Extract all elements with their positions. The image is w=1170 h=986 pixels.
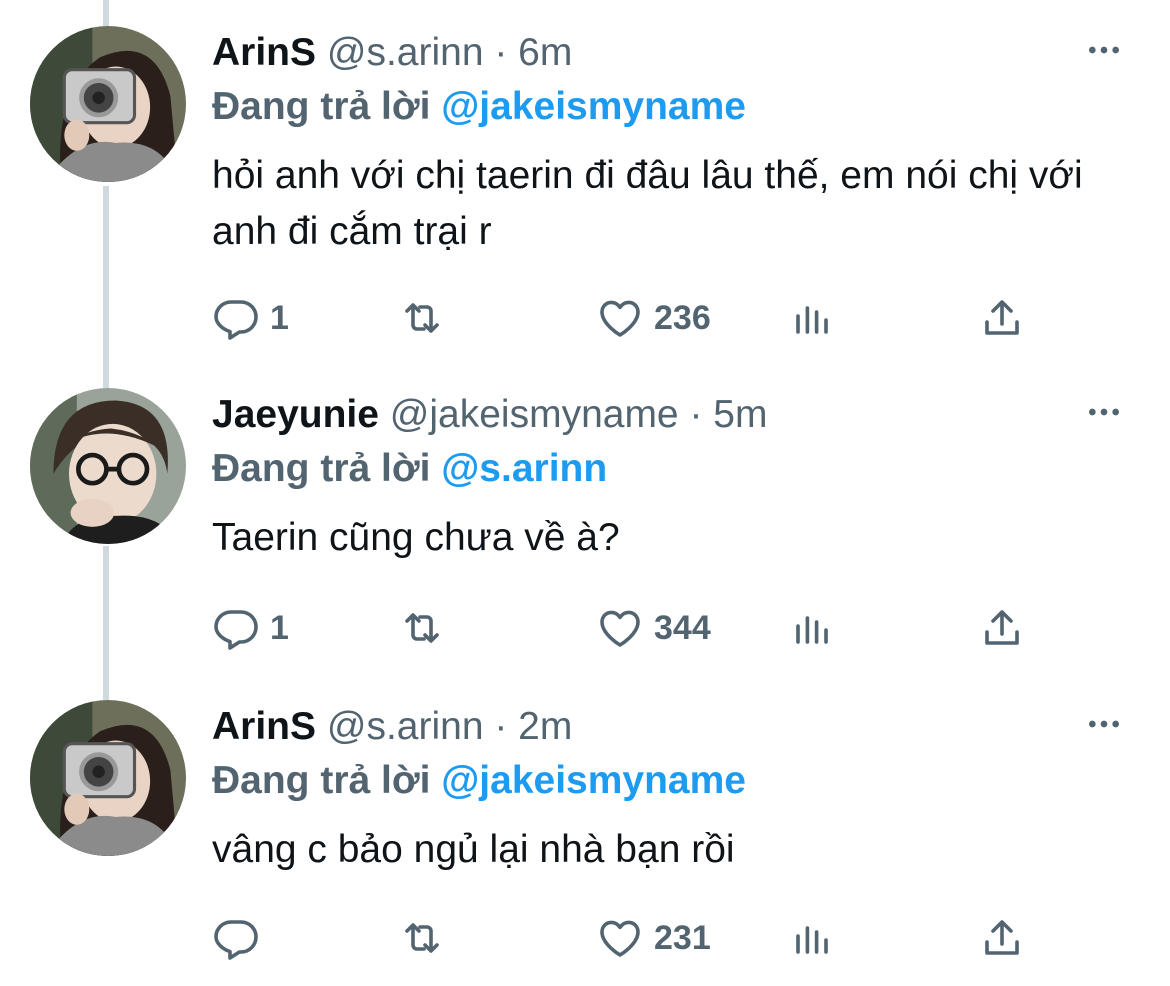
tweet[interactable]: Jaeyunie @jakeismyname · 5m Đang trả lời…	[0, 362, 1170, 674]
analytics-icon	[796, 926, 828, 954]
more-options-button[interactable]	[1084, 392, 1124, 432]
like-count: 236	[654, 298, 711, 337]
replying-to-label: Đang trả lời	[212, 85, 431, 128]
tweet-header: Jaeyunie @jakeismyname · 5m	[212, 390, 1090, 440]
share-icon	[985, 300, 1019, 335]
display-name[interactable]: ArinS	[212, 31, 316, 74]
avatar[interactable]	[30, 26, 186, 182]
retweet-icon	[405, 613, 439, 643]
reply-button[interactable]: 1	[212, 598, 289, 658]
reply-icon	[214, 920, 258, 960]
replying-to-handle[interactable]: @jakeismyname	[441, 759, 746, 802]
heart-icon	[600, 610, 640, 647]
analytics-button[interactable]	[788, 598, 836, 658]
like-count: 231	[654, 918, 711, 957]
timestamp[interactable]: · 5m	[689, 393, 767, 436]
avatar-girl-camera-icon	[30, 26, 186, 182]
heart-icon	[600, 920, 640, 957]
tweet-text: vâng c bảo ngủ lại nhà bạn rồi	[212, 828, 735, 871]
reply-icon	[214, 610, 258, 650]
replying-to-label: Đang trả lời	[212, 447, 431, 490]
retweet-button[interactable]	[398, 908, 456, 968]
share-button[interactable]	[978, 288, 1026, 348]
retweet-button[interactable]	[398, 288, 456, 348]
user-handle[interactable]: @s.arinn	[327, 705, 484, 748]
replying-to: Đang trả lời @jakeismyname	[212, 82, 746, 132]
replying-to: Đang trả lời @s.arinn	[212, 444, 607, 494]
reply-button[interactable]: 1	[212, 288, 289, 348]
analytics-icon	[796, 616, 828, 644]
analytics-button[interactable]	[788, 288, 836, 348]
heart-icon	[600, 300, 640, 337]
more-dots-icon	[1089, 408, 1119, 416]
avatar[interactable]	[30, 700, 186, 856]
retweet-icon	[405, 923, 439, 953]
share-button[interactable]	[978, 908, 1026, 968]
reply-button[interactable]	[212, 908, 270, 968]
tweet-header: ArinS @s.arinn · 6m	[212, 28, 1090, 78]
retweet-icon	[405, 303, 439, 333]
avatar-girl-camera-icon	[30, 700, 186, 856]
like-count: 344	[654, 608, 711, 647]
more-dots-icon	[1089, 46, 1119, 54]
tweet[interactable]: ArinS @s.arinn · 6m Đang trả lời @jakeis…	[0, 0, 1170, 340]
share-icon	[985, 610, 1019, 645]
reply-icon	[214, 300, 258, 340]
avatar-boy-glasses-icon	[30, 388, 186, 544]
reply-count: 1	[270, 608, 289, 647]
tweet-text: hỏi anh với chị taerin đi đâu lâu thế, e…	[212, 154, 1083, 253]
tweet-text: Taerin cũng chưa về à?	[212, 516, 620, 559]
display-name[interactable]: Jaeyunie	[212, 393, 379, 436]
user-handle[interactable]: @jakeismyname	[390, 393, 679, 436]
tweet-actions: 1 344	[212, 598, 1052, 658]
analytics-icon	[796, 306, 828, 334]
more-dots-icon	[1089, 720, 1119, 728]
tweet-header: ArinS @s.arinn · 2m	[212, 702, 1090, 752]
tweet[interactable]: ArinS @s.arinn · 2m Đang trả lời @jakeis…	[0, 674, 1170, 986]
replying-to-label: Đang trả lời	[212, 759, 431, 802]
tweet-actions: 1 236	[212, 288, 1052, 348]
timestamp[interactable]: · 2m	[494, 705, 572, 748]
like-button[interactable]: 236	[596, 288, 711, 348]
timestamp[interactable]: · 6m	[494, 31, 572, 74]
share-icon	[985, 920, 1019, 955]
avatar[interactable]	[30, 388, 186, 544]
like-button[interactable]: 344	[596, 598, 711, 658]
user-handle[interactable]: @s.arinn	[327, 31, 484, 74]
more-options-button[interactable]	[1084, 30, 1124, 70]
more-options-button[interactable]	[1084, 704, 1124, 744]
analytics-button[interactable]	[788, 908, 836, 968]
replying-to-handle[interactable]: @s.arinn	[441, 447, 607, 490]
replying-to-handle[interactable]: @jakeismyname	[441, 85, 746, 128]
replying-to: Đang trả lời @jakeismyname	[212, 756, 746, 806]
display-name[interactable]: ArinS	[212, 705, 316, 748]
reply-count: 1	[270, 298, 289, 337]
share-button[interactable]	[978, 598, 1026, 658]
tweet-actions: 231	[212, 908, 1052, 968]
like-button[interactable]: 231	[596, 908, 711, 968]
retweet-button[interactable]	[398, 598, 456, 658]
